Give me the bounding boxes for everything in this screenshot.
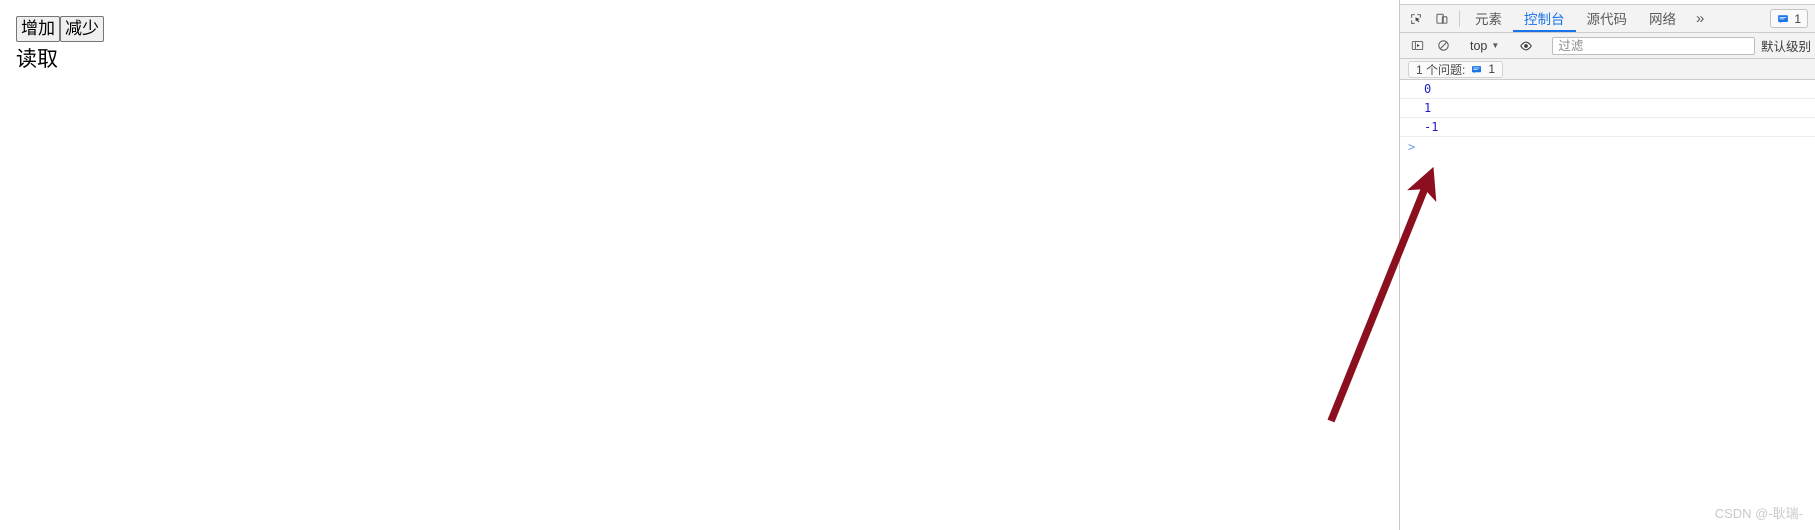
message-icon	[1472, 65, 1482, 73]
issues-chip-count: 1	[1488, 62, 1496, 76]
console-message-row[interactable]: -1	[1400, 118, 1815, 137]
decrease-button[interactable]: 减少	[60, 16, 104, 42]
console-message-value: 1	[1424, 101, 1432, 115]
prompt-chevron-icon: >	[1408, 140, 1416, 154]
console-prompt-row[interactable]: >	[1400, 137, 1815, 157]
issues-chip-button[interactable]: 1 个问题: 1	[1408, 60, 1504, 78]
message-icon	[1778, 14, 1789, 23]
tab-console[interactable]: 控制台	[1513, 5, 1576, 32]
watermark: CSDN @-耿瑞-	[1714, 506, 1803, 521]
console-message-list[interactable]: 0 1 -1 >	[1400, 80, 1815, 530]
console-filter-input[interactable]	[1552, 36, 1755, 55]
device-toolbar-icon[interactable]	[1429, 5, 1455, 32]
read-label: 读取	[16, 48, 58, 71]
issues-badge-button[interactable]: 1	[1770, 9, 1808, 28]
issues-chip-label: 1 个问题:	[1416, 62, 1466, 77]
more-tabs-button[interactable]: »	[1687, 5, 1713, 32]
console-message-row[interactable]: 1	[1400, 99, 1815, 118]
eye-icon[interactable]	[1513, 39, 1539, 53]
clear-console-icon[interactable]	[1430, 39, 1456, 52]
console-prompt-input[interactable]	[1415, 137, 1815, 157]
console-message-value: 0	[1424, 82, 1432, 96]
execution-context-label: top	[1470, 38, 1488, 53]
tab-sources[interactable]: 源代码	[1576, 5, 1639, 32]
browser-window: 增加 减少 读取 元素 控制台 源代码 网络 » 1 top ▼ 过滤 默认级别…	[0, 0, 1815, 530]
tab-network[interactable]: 网络	[1638, 5, 1687, 32]
issues-bar: 1 个问题: 1	[1400, 59, 1815, 80]
tabstrip-separator	[1459, 10, 1460, 27]
console-message-row[interactable]: 0	[1400, 80, 1815, 99]
inspect-element-icon[interactable]	[1403, 5, 1429, 32]
issues-badge-count: 1	[1794, 11, 1801, 26]
console-message-value: -1	[1424, 120, 1439, 134]
execution-context-selector[interactable]: top ▼	[1465, 39, 1504, 53]
console-toolbar: top ▼ 默认级别	[1400, 33, 1815, 59]
page-viewport: 增加 减少 读取	[0, 0, 1399, 530]
increase-button[interactable]: 增加	[16, 16, 60, 42]
page-content: 增加 减少 读取	[0, 0, 1399, 72]
chevron-down-icon: ▼	[1491, 41, 1500, 50]
tabstrip-spacer	[1713, 5, 1770, 32]
tab-elements[interactable]: 元素	[1464, 5, 1513, 32]
page-button-row: 增加 减少	[16, 16, 104, 42]
console-sidebar-toggle-icon[interactable]	[1404, 39, 1430, 52]
console-level-selector[interactable]: 默认级别	[1761, 36, 1815, 55]
devtools-tabstrip: 元素 控制台 源代码 网络 » 1	[1400, 5, 1815, 33]
devtools-panel: 元素 控制台 源代码 网络 » 1 top ▼ 过滤 默认级别 1 个问题: 1…	[1400, 0, 1815, 530]
